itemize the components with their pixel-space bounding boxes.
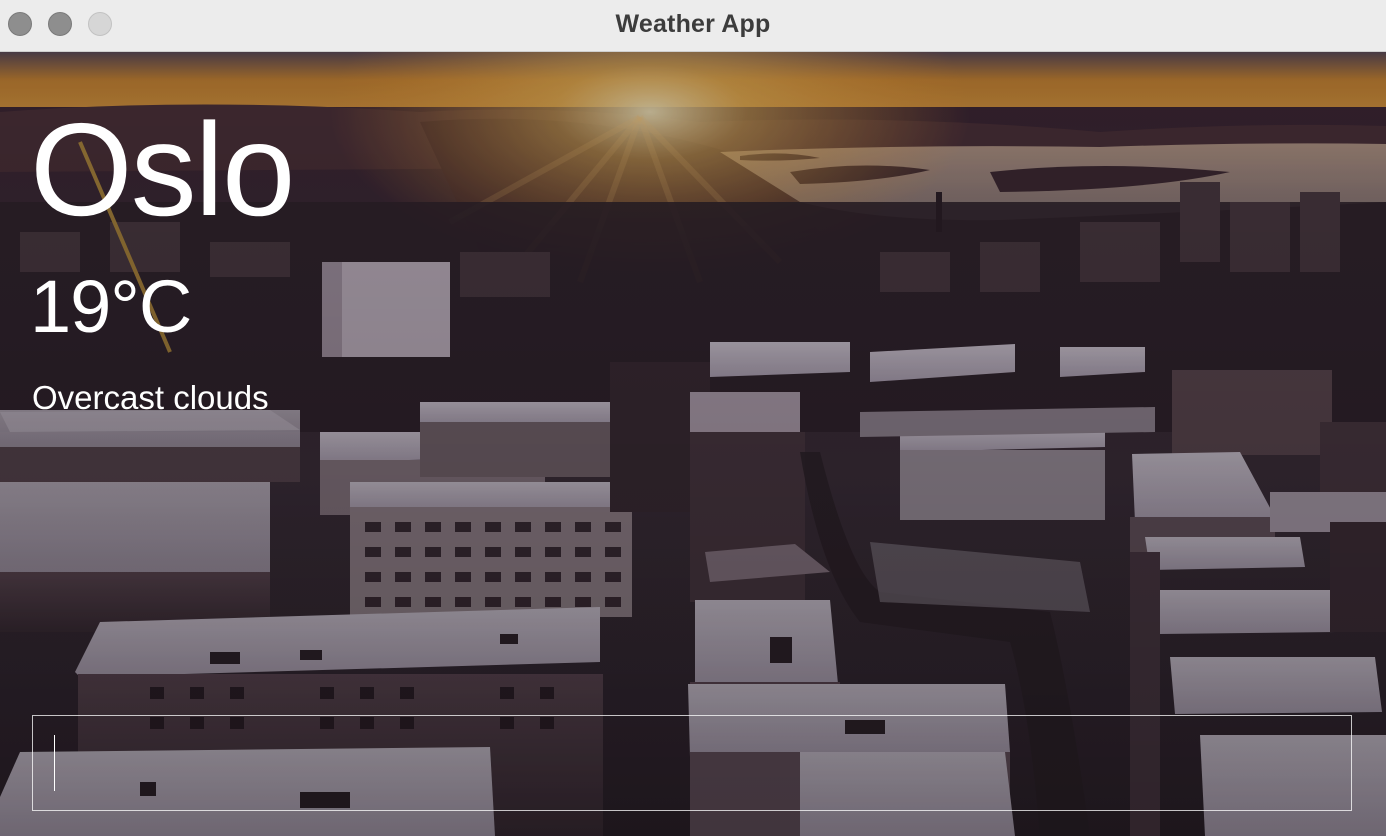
text-caret xyxy=(54,735,55,791)
city-search-input[interactable] xyxy=(32,715,1352,811)
window-title: Weather App xyxy=(615,10,771,38)
temperature: 19°C xyxy=(30,265,192,348)
city-name: Oslo xyxy=(30,96,295,243)
title-bar: Weather App xyxy=(0,0,1386,52)
weather-description: Overcast clouds xyxy=(32,379,269,416)
weather-app-window: Weather App Oslo 19°C Overcast clouds xyxy=(0,0,1386,836)
